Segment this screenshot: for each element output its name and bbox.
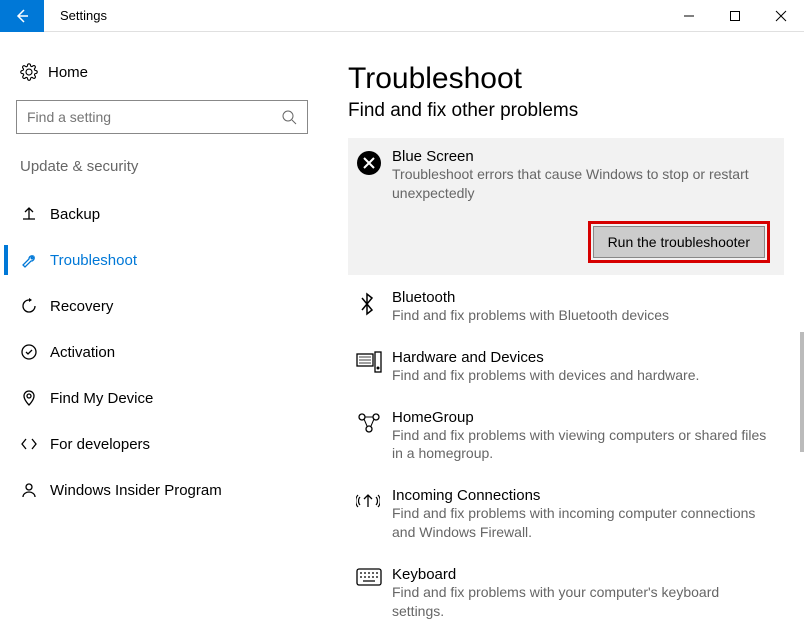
tshoot-title: Hardware and Devices <box>392 349 774 366</box>
window-controls <box>666 0 804 32</box>
error-icon <box>356 148 392 203</box>
tshoot-title: Incoming Connections <box>392 487 774 504</box>
gear-icon <box>20 63 48 81</box>
tshoot-item-keyboard[interactable]: Keyboard Find and fix problems with your… <box>348 556 784 631</box>
sidebar-item-label: Recovery <box>50 298 113 315</box>
incoming-icon <box>356 487 392 542</box>
section-label: Update & security <box>16 158 308 175</box>
tshoot-desc: Find and fix problems with viewing compu… <box>392 426 774 464</box>
tshoot-title: Keyboard <box>392 566 774 583</box>
tshoot-title: HomeGroup <box>392 409 774 426</box>
sidebar: Home Update & security Backup Troublesho… <box>0 32 320 636</box>
page-title: Troubleshoot <box>348 62 784 96</box>
sidebar-item-label: Windows Insider Program <box>50 482 222 499</box>
tshoot-title: Bluetooth <box>392 289 774 306</box>
recovery-icon <box>20 297 50 315</box>
tshoot-desc: Find and fix problems with devices and h… <box>392 366 774 385</box>
hardware-icon <box>356 349 392 385</box>
sidebar-item-troubleshoot[interactable]: Troubleshoot <box>16 237 308 283</box>
tshoot-desc: Troubleshoot errors that cause Windows t… <box>392 165 774 203</box>
location-icon <box>20 389 50 407</box>
titlebar: Settings <box>0 0 804 32</box>
tshoot-desc: Find and fix problems with incoming comp… <box>392 504 774 542</box>
main-content: Troubleshoot Find and fix other problems… <box>320 32 804 636</box>
sidebar-item-label: Backup <box>50 206 100 223</box>
sidebar-item-label: Activation <box>50 344 115 361</box>
window-title: Settings <box>44 8 666 23</box>
insider-icon <box>20 481 50 499</box>
wrench-icon <box>20 251 50 269</box>
tshoot-item-homegroup[interactable]: HomeGroup Find and fix problems with vie… <box>348 399 784 474</box>
close-button[interactable] <box>758 0 804 32</box>
sidebar-item-recovery[interactable]: Recovery <box>16 283 308 329</box>
maximize-button[interactable] <box>712 0 758 32</box>
home-link[interactable]: Home <box>16 52 308 92</box>
run-troubleshooter-button[interactable]: Run the troubleshooter <box>593 226 765 258</box>
sidebar-item-insider[interactable]: Windows Insider Program <box>16 467 308 513</box>
tshoot-item-hardware[interactable]: Hardware and Devices Find and fix proble… <box>348 339 784 395</box>
run-troubleshooter-highlight: Run the troubleshooter <box>588 221 770 263</box>
tshoot-title: Blue Screen <box>392 148 774 165</box>
sidebar-item-backup[interactable]: Backup <box>16 191 308 237</box>
sidebar-item-label: Troubleshoot <box>50 252 137 269</box>
scrollbar[interactable] <box>800 332 804 452</box>
back-button[interactable] <box>0 0 44 32</box>
tshoot-desc: Find and fix problems with your computer… <box>392 583 774 621</box>
homegroup-icon <box>356 409 392 464</box>
search-input[interactable] <box>16 100 308 134</box>
keyboard-icon <box>356 566 392 621</box>
search-field[interactable] <box>27 109 281 125</box>
sidebar-item-activation[interactable]: Activation <box>16 329 308 375</box>
tshoot-item-bluescreen[interactable]: Blue Screen Troubleshoot errors that cau… <box>348 138 784 275</box>
sidebar-item-label: Find My Device <box>50 390 153 407</box>
backup-icon <box>20 205 50 223</box>
sidebar-item-label: For developers <box>50 436 150 453</box>
tshoot-desc: Find and fix problems with Bluetooth dev… <box>392 306 774 325</box>
home-label: Home <box>48 64 88 81</box>
search-icon <box>281 109 297 125</box>
bluetooth-icon <box>356 289 392 325</box>
sidebar-item-findmydevice[interactable]: Find My Device <box>16 375 308 421</box>
page-subtitle: Find and fix other problems <box>348 100 784 122</box>
minimize-button[interactable] <box>666 0 712 32</box>
tshoot-item-bluetooth[interactable]: Bluetooth Find and fix problems with Blu… <box>348 279 784 335</box>
check-icon <box>20 343 50 361</box>
sidebar-item-developers[interactable]: For developers <box>16 421 308 467</box>
tshoot-item-incoming[interactable]: Incoming Connections Find and fix proble… <box>348 477 784 552</box>
developers-icon <box>20 435 50 453</box>
